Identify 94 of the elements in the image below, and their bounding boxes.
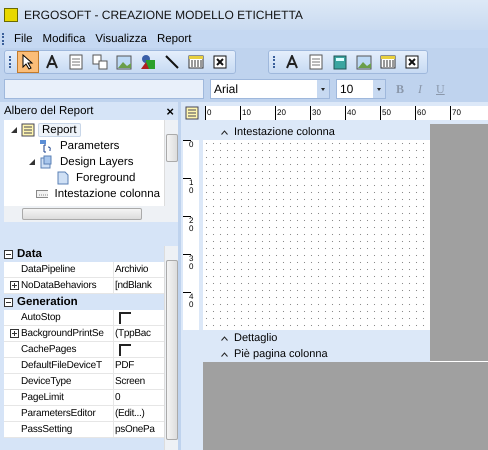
tree-item[interactable]: Report [38,123,81,137]
page-icon [57,171,69,185]
ruler-label: 60 [415,106,450,120]
property-value[interactable]: Screen [115,376,145,387]
ruler-label: 40 [345,106,380,120]
line-icon [165,55,179,69]
document-icon [309,54,323,70]
close-box-icon [405,55,419,69]
category-label: Data [17,248,42,260]
window-title: ERGOSOFT - CREAZIONE MODELLO ETICHETTA [24,8,303,22]
table-icon [188,54,204,70]
property-name: NoDataBehaviors [21,280,96,291]
ruler-label: 20 [275,106,310,120]
band-label: Dettaglio [234,332,278,344]
picture-icon [356,54,372,70]
scrollbar[interactable] [4,206,178,222]
grip-icon [9,56,12,68]
app-icon [4,8,18,22]
scrollbar[interactable] [164,120,178,206]
property-name: DataPipeline [21,264,76,275]
property-value[interactable]: 0 [115,392,120,403]
ruler-label: 30 [310,106,345,120]
scrollbar[interactable] [164,246,178,450]
expand-arrow-icon[interactable] [28,158,36,166]
tree-item[interactable]: Parameters [56,139,124,153]
document-icon [69,54,83,70]
caret-icon [221,352,228,356]
ruler-label: 30 [183,254,191,292]
menu-item[interactable]: Report [152,33,196,45]
table-icon [380,54,396,70]
band-label: Piè pagina colonna [234,348,328,360]
menu-item[interactable]: Visualizza [91,33,151,45]
expand-arrow-icon[interactable] [10,126,18,134]
band-icon [36,190,48,198]
letter-a-icon [45,55,59,69]
letter-a-icon [285,55,299,69]
caret-icon [221,336,228,340]
tree-item[interactable]: Foreground [72,171,140,185]
font-dropdown[interactable]: Arial [210,79,330,99]
ruler-label: 0 [205,106,240,120]
band-label: Intestazione colonna [234,126,335,138]
checkbox[interactable] [119,312,131,324]
ruler-label: 20 [183,216,191,254]
ruler-label: 50 [380,106,415,120]
menu-item[interactable]: File [10,33,37,45]
property-name: PassSetting [21,424,72,435]
property-name: AutoStop [21,312,61,323]
close-box-icon [213,55,227,69]
tree-item[interactable]: Intestazione colonna [50,187,164,201]
property-name: ParametersEditor [21,408,96,419]
picture-icon [116,54,132,70]
property-value[interactable]: Archivio [115,264,148,275]
property-value[interactable]: [ndBlank [115,280,152,291]
variable-icon [92,54,108,70]
menu-item[interactable]: Modifica [38,33,90,45]
ruler-label: 10 [240,106,275,120]
calculator-icon [332,54,348,70]
property-name: CachePages [21,344,76,355]
ruler-label: 70 [450,106,485,120]
grip-icon [273,56,276,68]
property-name: DefaultFileDeviceT [21,360,102,371]
size-dropdown[interactable]: 10 [336,79,386,99]
ruler-label: 0 [183,140,191,178]
collapse-icon[interactable] [4,250,13,258]
layers-icon [39,155,53,169]
caret-icon [221,130,228,134]
expand-icon[interactable] [10,281,19,290]
band-header[interactable]: Piè pagina colonna [203,346,430,362]
property-name: PageLimit [21,392,64,403]
grip-icon [2,33,5,45]
property-name: BackgroundPrintSe [21,328,104,339]
pointer-icon [22,54,34,70]
band-header[interactable]: Dettaglio [203,330,430,346]
property-value[interactable]: (TppBac [115,328,151,339]
tree-item[interactable]: Design Layers [56,155,138,169]
report-icon [21,123,35,137]
property-value[interactable]: PDF [115,360,134,371]
band-header[interactable]: Intestazione colonna [203,124,430,140]
shapes-icon [140,54,156,70]
input-field[interactable] [4,79,204,99]
expand-icon[interactable] [10,329,19,338]
ruler-label: 10 [183,178,191,216]
panel-title: Albero del Report [4,105,94,117]
close-button[interactable]: × [166,104,174,118]
property-value[interactable]: (Edit...) [115,408,145,419]
category-label: Generation [17,296,78,308]
collapse-icon[interactable] [4,298,13,306]
checkbox[interactable] [119,344,131,356]
report-icon [185,106,199,120]
tool-button[interactable] [17,51,39,73]
ruler-label: 40 [183,292,191,330]
property-value[interactable]: psOnePa [115,424,155,435]
parameters-icon [39,139,53,153]
property-name: DeviceType [21,376,72,387]
